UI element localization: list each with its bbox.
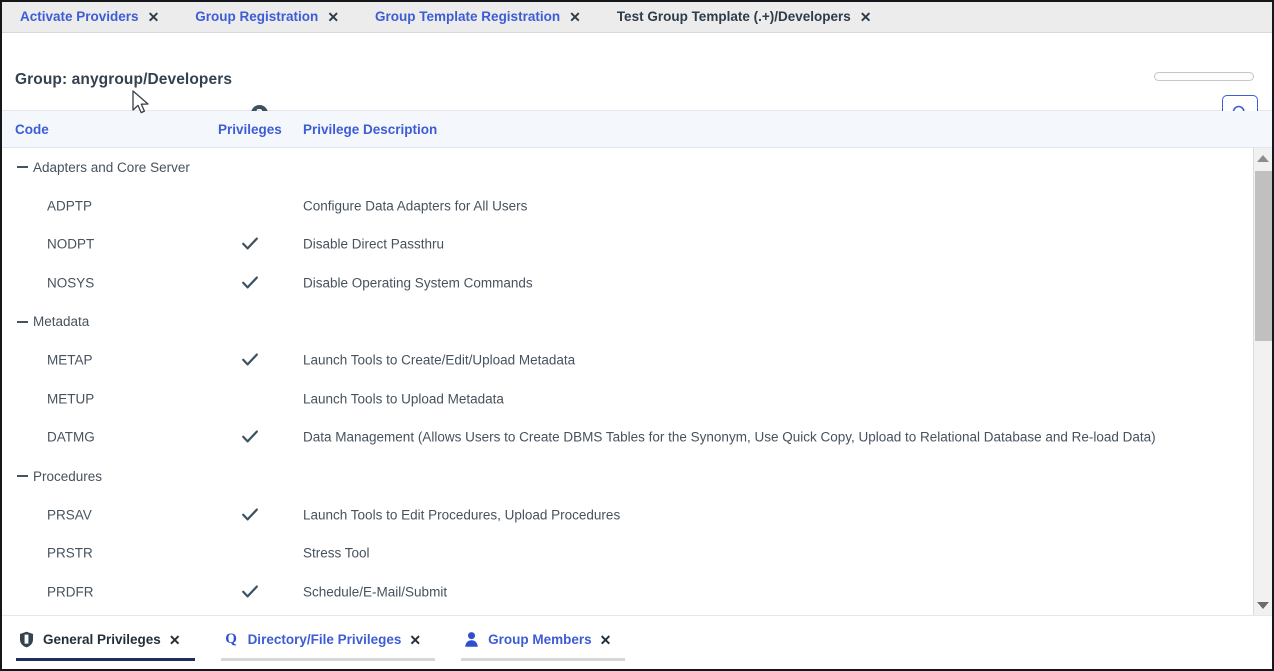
user-icon — [463, 631, 480, 649]
privilege-code: METUP — [47, 391, 94, 406]
privilege-checkbox[interactable] — [240, 273, 260, 293]
privilege-code: PRDFR — [47, 584, 94, 599]
column-header-code[interactable]: Code — [15, 122, 49, 137]
privilege-code: DATMG — [47, 430, 95, 445]
privileges-table: Adapters and Core Server ADPTP Configure D… — [2, 148, 1272, 615]
bottom-tab-0[interactable]: General Privileges ✕ — [16, 623, 195, 656]
close-icon[interactable]: ✕ — [860, 10, 872, 24]
bottom-tab-1[interactable]: Q Directory/File Privileges ✕ — [221, 623, 436, 656]
table-row[interactable]: PRSAV Launch Tools to Edit Procedures, Up… — [2, 495, 1250, 534]
top-tab-label: Activate Providers — [20, 10, 139, 24]
checkmark-icon — [240, 350, 260, 370]
column-header-privilege-description[interactable]: Privilege Description — [303, 122, 437, 137]
header-band: Group: anygroup/Developers ? — [2, 33, 1272, 111]
scrollbar-thumb[interactable] — [1255, 171, 1272, 341]
privilege-checkbox[interactable] — [240, 350, 260, 370]
privilege-description: Schedule/E-Mail/Submit — [303, 584, 447, 599]
table-row[interactable]: DATMG Data Management (Allows Users to Cr… — [2, 418, 1250, 457]
privilege-description: Data Management (Allows Users to Create … — [303, 430, 1156, 445]
checkmark-icon — [240, 582, 260, 602]
table-column-header: Code Privileges Privilege Description — [2, 111, 1272, 148]
privilege-group-label: Metadata — [33, 314, 89, 329]
privilege-description: Stress Tool — [303, 546, 370, 561]
bottom-tab-label: General Privileges — [43, 632, 161, 647]
privilege-group-header[interactable]: Procedures — [2, 457, 1250, 496]
checkmark-icon — [240, 234, 260, 254]
privilege-code: ADPTP — [47, 198, 92, 213]
top-tab-3[interactable]: Test Group Template (.+)/Developers ✕ — [599, 2, 890, 33]
privilege-checkbox[interactable] — [240, 234, 260, 254]
tab-underline — [16, 658, 195, 661]
top-tab-1[interactable]: Group Registration ✕ — [177, 2, 357, 33]
bottom-tab-label: Group Members — [488, 632, 592, 647]
privilege-description: Launch Tools to Upload Metadata — [303, 391, 504, 406]
privilege-code: NOSYS — [47, 276, 94, 291]
top-tab-0[interactable]: Activate Providers ✕ — [2, 2, 177, 33]
top-tab-label: Test Group Template (.+)/Developers — [617, 10, 851, 24]
top-tab-label: Group Template Registration — [375, 10, 560, 24]
privilege-description: Launch Tools to Create/Edit/Upload Metad… — [303, 353, 575, 368]
close-icon[interactable]: ✕ — [600, 633, 612, 647]
scroll-down-arrow-icon[interactable] — [1254, 596, 1272, 614]
page-title: Group: anygroup/Developers — [15, 71, 232, 89]
privilege-code: PRSAV — [47, 507, 92, 522]
user-icon — [464, 631, 479, 648]
checkmark-icon — [240, 273, 260, 293]
table-row[interactable]: PRDFR Schedule/E-Mail/Submit — [2, 573, 1250, 612]
application-window: Activate Providers✕Group Registration✕Gr… — [0, 0, 1274, 671]
table-row[interactable]: METAP Launch Tools to Create/Edit/Upload … — [2, 341, 1250, 380]
tab-underline — [221, 658, 436, 661]
bottom-tab-bar: General Privileges ✕ Q Directory/File Privi… — [2, 615, 1272, 669]
close-icon[interactable]: ✕ — [569, 10, 581, 24]
checkmark-icon — [240, 505, 260, 525]
close-icon[interactable]: ✕ — [148, 10, 160, 24]
top-tab-bar: Activate Providers✕Group Registration✕Gr… — [2, 2, 1272, 33]
horizontal-scrollbar[interactable] — [1154, 72, 1254, 81]
privilege-description: Disable Operating System Commands — [303, 276, 533, 291]
privilege-checkbox[interactable] — [240, 196, 260, 216]
privilege-checkbox[interactable] — [240, 543, 260, 563]
top-tab-label: Group Registration — [195, 10, 318, 24]
privilege-description: Configure Data Adapters for All Users — [303, 198, 527, 213]
query-q-icon: Q — [223, 631, 240, 649]
privilege-checkbox[interactable] — [240, 582, 260, 602]
privilege-group-label: Procedures — [33, 469, 102, 484]
scroll-up-arrow-icon[interactable] — [1254, 149, 1272, 167]
shield-icon — [18, 631, 35, 649]
bottom-tab-2[interactable]: Group Members ✕ — [461, 623, 625, 656]
privilege-checkbox[interactable] — [240, 505, 260, 525]
collapse-minus-icon[interactable] — [17, 166, 28, 168]
privilege-code: PRSTR — [47, 546, 93, 561]
tab-underline — [461, 658, 625, 661]
privilege-checkbox[interactable] — [240, 389, 260, 409]
checkmark-icon — [240, 427, 260, 447]
table-row[interactable]: NOSYS Disable Operating System Commands — [2, 264, 1250, 303]
table-row[interactable]: ADPTP Configure Data Adapters for All Use… — [2, 187, 1250, 226]
table-row[interactable]: METUP Launch Tools to Upload Metadata — [2, 380, 1250, 419]
query-q-icon: Q — [225, 632, 237, 647]
privilege-code: METAP — [47, 353, 93, 368]
close-icon[interactable]: ✕ — [327, 10, 339, 24]
privilege-group-header[interactable]: Metadata — [2, 302, 1250, 341]
column-header-privileges[interactable]: Privileges — [218, 122, 282, 137]
privilege-checkbox[interactable] — [240, 427, 260, 447]
close-icon[interactable]: ✕ — [169, 633, 181, 647]
privilege-description: Launch Tools to Edit Procedures, Upload … — [303, 507, 620, 522]
collapse-minus-icon[interactable] — [17, 321, 28, 323]
table-row[interactable]: NODPT Disable Direct Passthru — [2, 225, 1250, 264]
privilege-description: Disable Direct Passthru — [303, 237, 444, 252]
bottom-tab-label: Directory/File Privileges — [248, 632, 402, 647]
shield-icon — [19, 631, 34, 648]
top-tab-2[interactable]: Group Template Registration ✕ — [357, 2, 599, 33]
table-row[interactable]: PRSTR Stress Tool — [2, 534, 1250, 573]
close-icon[interactable]: ✕ — [409, 633, 421, 647]
vertical-scrollbar[interactable] — [1253, 148, 1272, 615]
privilege-group-label: Adapters and Core Server — [33, 160, 190, 175]
collapse-minus-icon[interactable] — [17, 475, 28, 477]
privilege-group-header[interactable]: Adapters and Core Server — [2, 148, 1250, 187]
privilege-code: NODPT — [47, 237, 94, 252]
